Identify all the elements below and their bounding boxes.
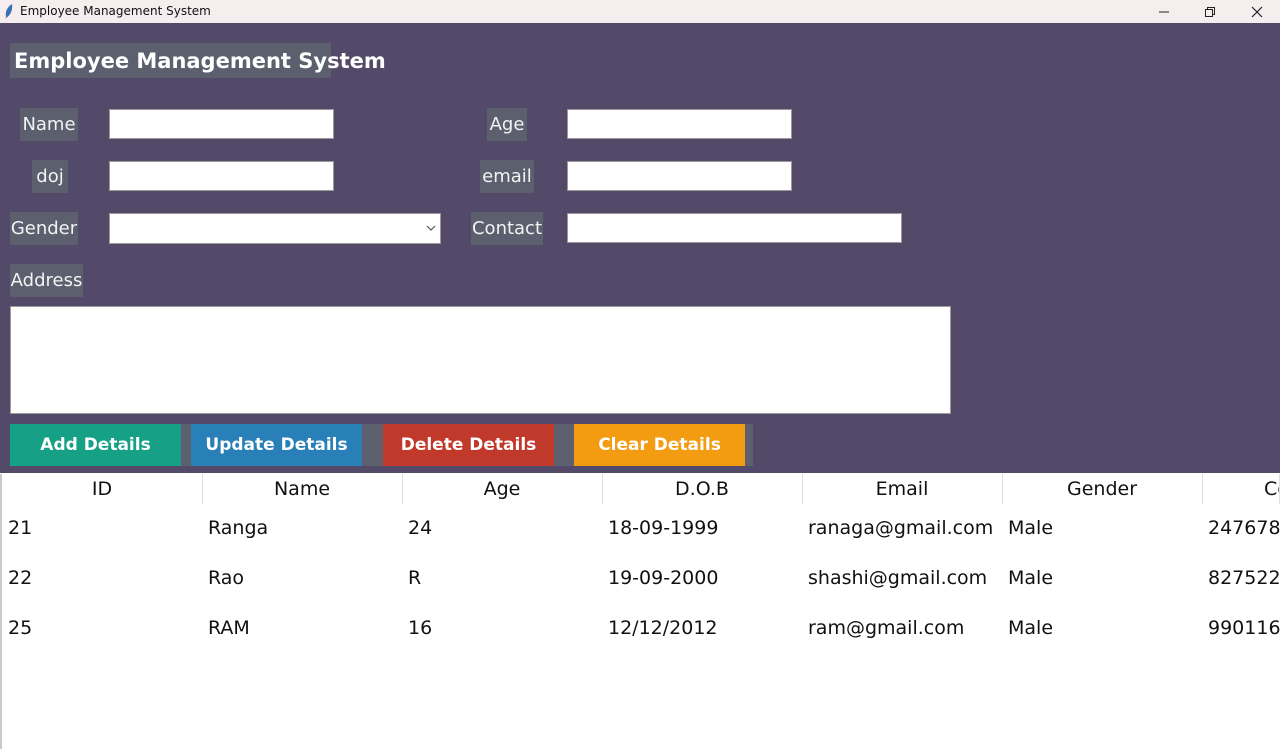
table-cell: 9901163 (1208, 617, 1280, 639)
close-button[interactable] (1234, 0, 1280, 23)
table-cell: ram@gmail.com (808, 617, 965, 639)
add-details-button[interactable]: Add Details (10, 424, 181, 466)
email-input[interactable] (567, 161, 792, 191)
table-cell: 12/12/2012 (608, 617, 718, 639)
table-cell: Male (1008, 617, 1054, 639)
chevron-down-icon (426, 225, 436, 231)
clear-details-button[interactable]: Clear Details (574, 424, 745, 466)
restore-icon (1205, 6, 1215, 17)
employee-table[interactable]: ID Name Age D.O.B Email Gender Contact 2… (0, 474, 1280, 749)
gender-combobox[interactable] (109, 213, 441, 244)
doj-input[interactable] (109, 161, 334, 191)
contact-input[interactable] (567, 213, 902, 243)
table-cell: 22 (8, 567, 33, 589)
table-cell: 25 (8, 617, 33, 639)
window-title: Employee Management System (20, 4, 211, 18)
table-cell: Ranga (208, 517, 269, 539)
age-label: Age (487, 108, 527, 141)
restore-button[interactable] (1187, 0, 1233, 23)
table-cell: shashi@gmail.com (808, 567, 988, 589)
table-cell: 24 (408, 517, 433, 539)
age-input[interactable] (567, 109, 792, 139)
column-header-contact[interactable]: Contact (1202, 474, 1280, 504)
update-details-button[interactable]: Update Details (191, 424, 362, 466)
table-cell: ranaga@gmail.com (808, 517, 994, 539)
close-icon (1251, 6, 1263, 17)
column-header-gender[interactable]: Gender (1002, 474, 1203, 504)
form-panel: Employee Management System Name Age doj … (0, 23, 1280, 473)
table-cell: 19-09-2000 (608, 567, 719, 589)
table-cell: Male (1008, 517, 1054, 539)
contact-label: Contact (471, 212, 543, 245)
minimize-button[interactable] (1141, 0, 1187, 23)
delete-details-button[interactable]: Delete Details (383, 424, 554, 466)
table-cell: RAM (208, 617, 250, 639)
table-cell: Rao (208, 567, 245, 589)
column-header-name[interactable]: Name (202, 474, 403, 504)
minimize-icon (1159, 11, 1169, 12)
table-cell: R (408, 567, 422, 589)
title-bar: Employee Management System (0, 0, 1280, 23)
name-input[interactable] (109, 109, 334, 139)
app-heading: Employee Management System (10, 43, 386, 78)
name-label: Name (20, 108, 78, 141)
column-header-age[interactable]: Age (402, 474, 603, 504)
table-cell: 18-09-1999 (608, 517, 719, 539)
feather-icon (5, 4, 13, 19)
table-cell: 2476789 (1208, 517, 1280, 539)
address-textarea[interactable] (10, 306, 951, 414)
doj-label: doj (32, 160, 68, 193)
column-header-id[interactable]: ID (2, 474, 203, 504)
column-header-email[interactable]: Email (802, 474, 1003, 504)
email-label: email (480, 160, 534, 193)
table-cell: 16 (408, 617, 433, 639)
table-cell: 21 (8, 517, 33, 539)
table-cell: 8275229 (1208, 567, 1280, 589)
column-header-dob[interactable]: D.O.B (602, 474, 803, 504)
gender-label: Gender (10, 212, 78, 245)
table-cell: Male (1008, 567, 1054, 589)
address-label: Address (10, 264, 83, 297)
